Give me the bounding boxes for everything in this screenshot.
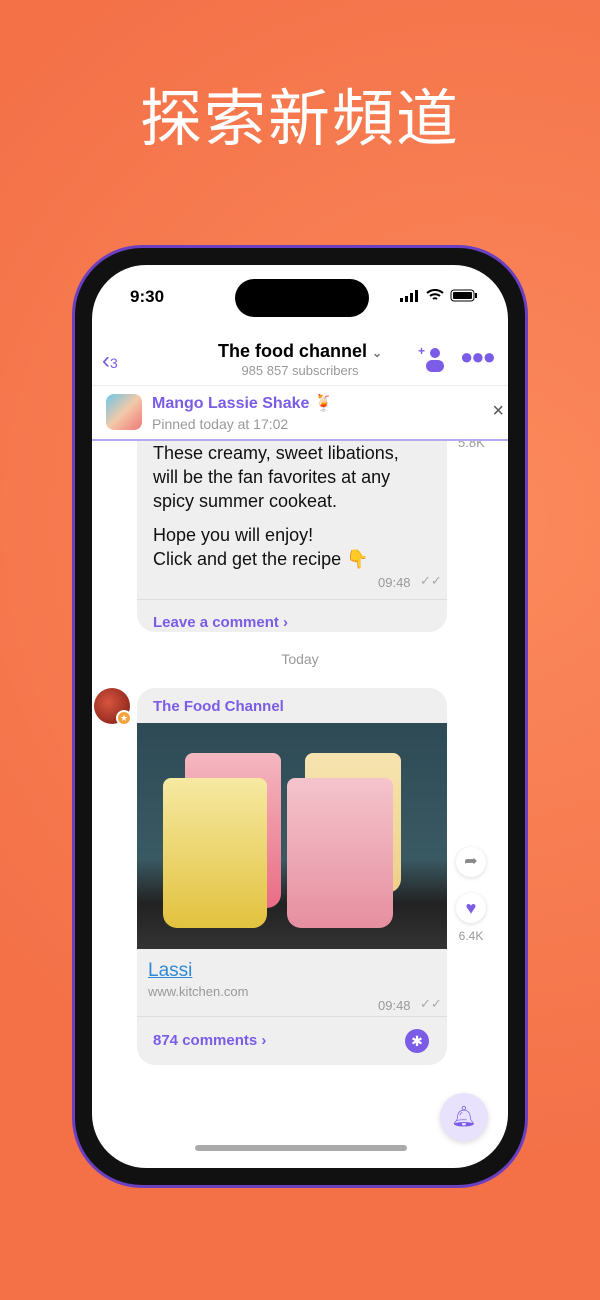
more-icon[interactable]: ●●● [460, 346, 496, 368]
message-time: 09:48 [378, 998, 411, 1013]
divider [137, 1016, 447, 1017]
link-title[interactable]: Lassi [148, 960, 192, 982]
pinned-title: Mango Lassie Shake 🍹 [152, 395, 334, 412]
svg-text:+: + [418, 345, 425, 358]
pinned-thumbnail [106, 394, 142, 430]
likes-count: 6.4K [458, 929, 484, 943]
message-line: will be the fan favorites at any [153, 467, 391, 487]
screen: 9:30 ‹3 The food channel ⌄ 985 857 subsc… [92, 265, 508, 1168]
headline: 探索新頻道 [139, 82, 460, 155]
signal-icon [400, 289, 418, 302]
star-badge-icon: ★ [116, 710, 132, 726]
lassi-image[interactable] [137, 723, 447, 949]
phone-frame: 9:30 ‹3 The food channel ⌄ 985 857 subsc… [72, 245, 528, 1188]
pinned-subtitle: Pinned today at 17:02 [152, 416, 289, 432]
message-time: 09:48 [378, 575, 411, 590]
share-icon[interactable]: ➦ [456, 847, 486, 877]
home-indicator[interactable] [195, 1145, 407, 1151]
chat-header: ‹3 The food channel ⌄ 985 857 subscriber… [92, 335, 508, 385]
dynamic-island [235, 279, 369, 317]
chevron-down-icon: ⌄ [371, 346, 383, 360]
heart-icon[interactable]: ♥ [456, 893, 486, 923]
status-time: 9:30 [130, 287, 165, 306]
star-icon[interactable]: ✱ [405, 1029, 429, 1053]
read-check-icon: ✓✓ [420, 996, 442, 1011]
bell-icon[interactable]: 🔔︎ [440, 1093, 488, 1141]
comments-link[interactable]: 874 comments › [153, 1032, 266, 1049]
channel-name: The food channel [217, 341, 367, 361]
message-bubble: These creamy, sweet libations, will be t… [137, 415, 447, 632]
status-icons [400, 289, 478, 302]
read-check-icon: ✓✓ [420, 573, 442, 588]
sender-name: The Food Channel [153, 698, 284, 715]
message-line: Click and get the recipe 👇 [153, 549, 369, 569]
message-bubble: The Food Channel Lassi www.kitchen.com 0… [137, 688, 447, 1065]
divider [137, 599, 447, 600]
pinned-message[interactable]: Mango Lassie Shake 🍹 Pinned today at 17:… [92, 385, 508, 441]
date-separator: Today [281, 651, 319, 667]
battery-icon [450, 289, 477, 302]
message-line: These creamy, sweet libations, [153, 443, 399, 463]
wifi-icon [426, 289, 444, 300]
leave-comment-link[interactable]: Leave a comment › [153, 614, 288, 631]
close-icon[interactable]: × [492, 400, 504, 423]
link-domain: www.kitchen.com [148, 984, 249, 999]
message-line: spicy summer cookeat. [153, 491, 338, 511]
message-line: Hope you will enjoy! [153, 525, 314, 545]
add-user-icon[interactable]: + [418, 345, 446, 373]
